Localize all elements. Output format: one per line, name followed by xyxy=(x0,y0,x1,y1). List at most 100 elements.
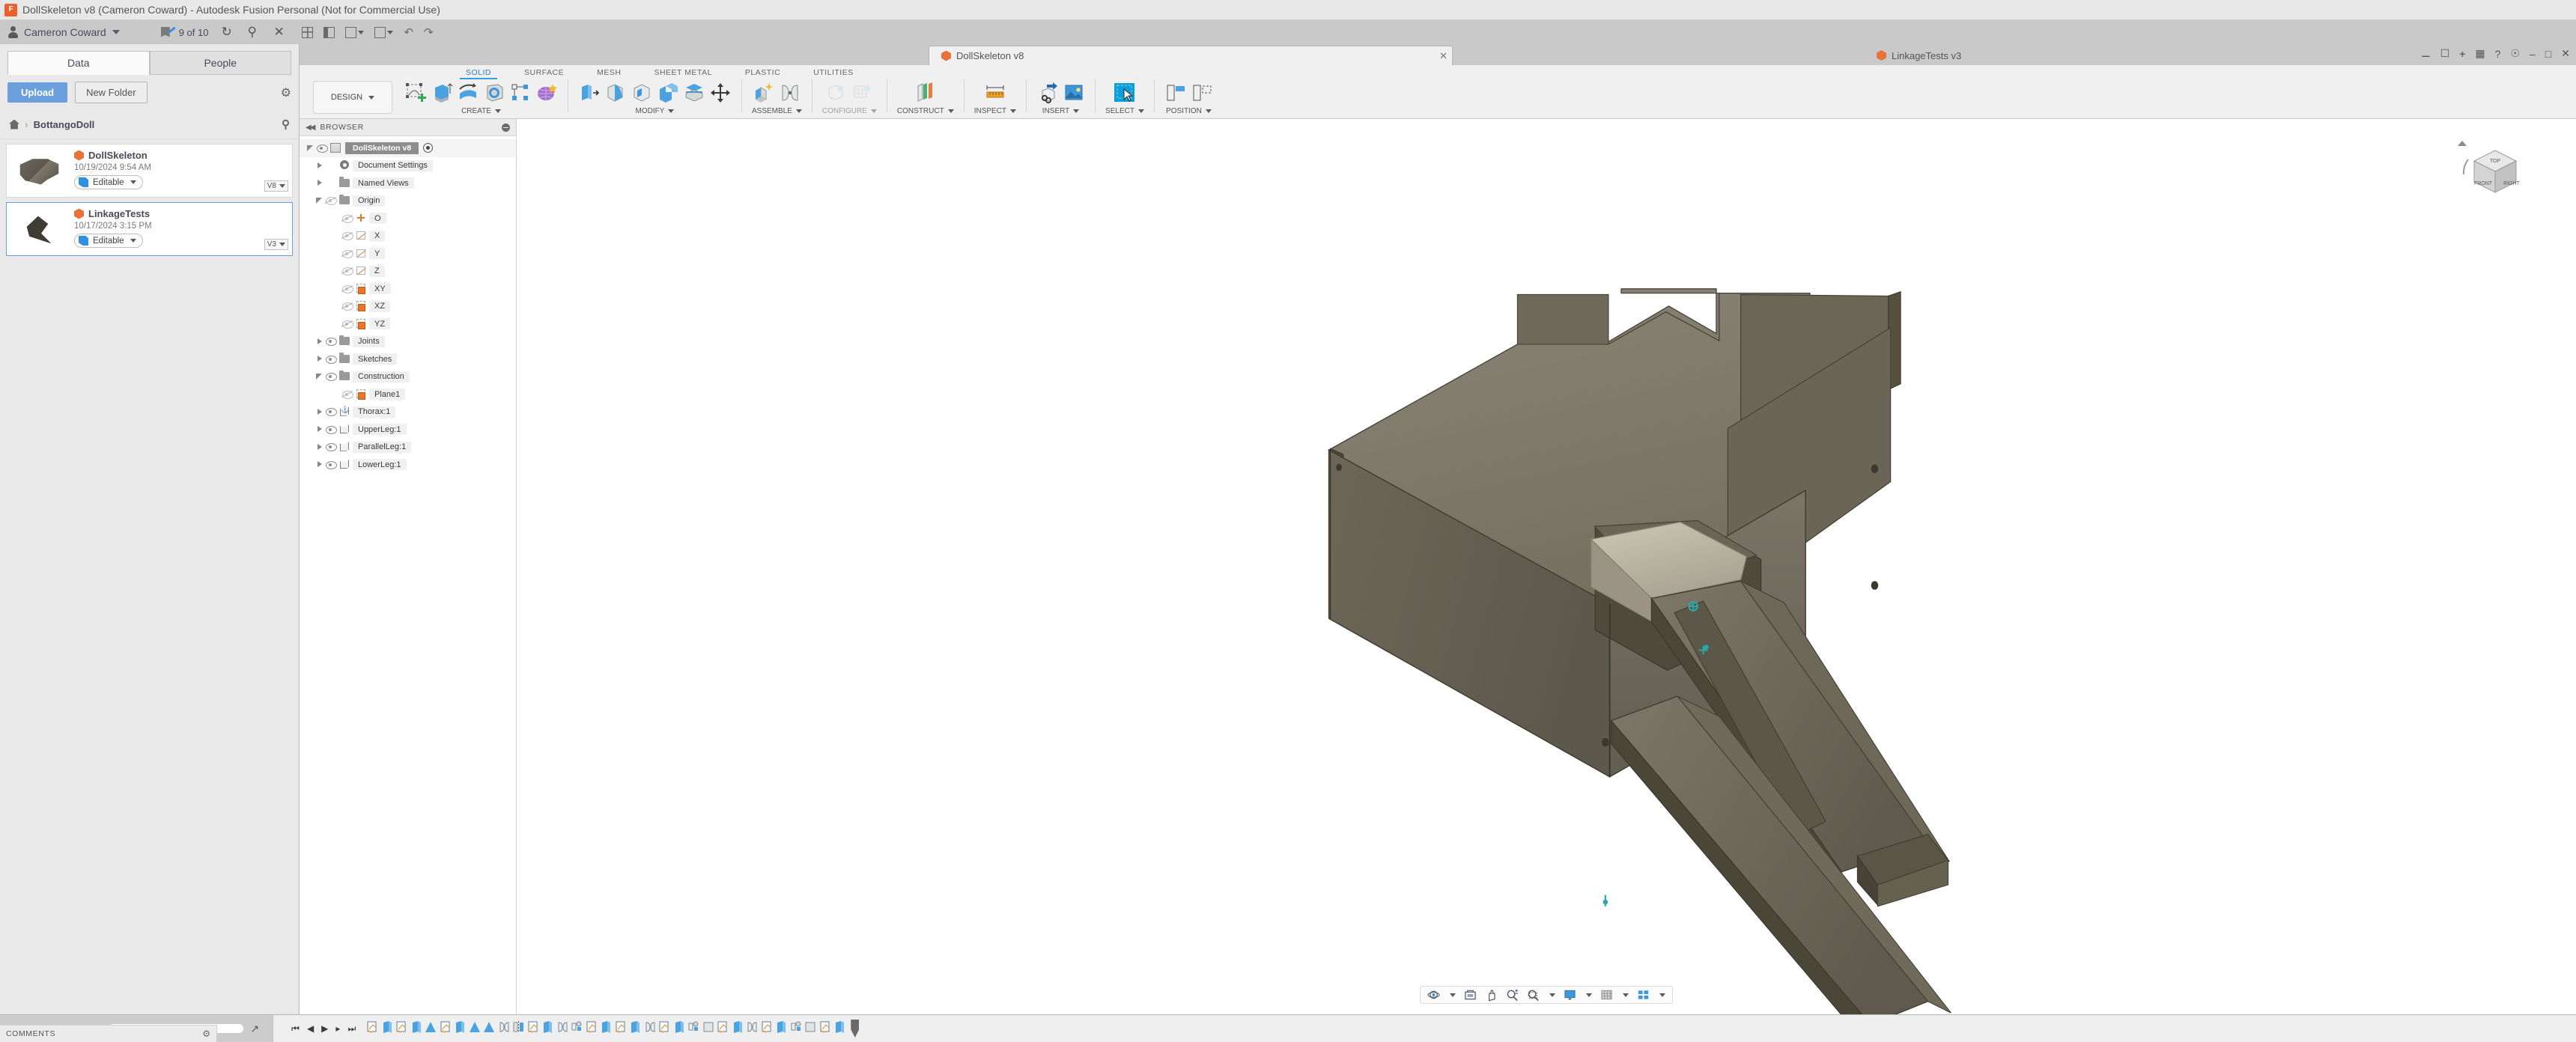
redo-icon[interactable]: ↷ xyxy=(424,25,434,39)
visibility-icon[interactable] xyxy=(341,249,353,258)
view-cube[interactable]: TOP FRONT RIGHT xyxy=(2456,135,2535,214)
display-settings-icon[interactable] xyxy=(1564,989,1576,1001)
visibility-icon[interactable] xyxy=(341,266,353,276)
add-tab-button[interactable]: + xyxy=(2459,48,2465,60)
tab-data[interactable]: Data xyxy=(7,51,150,75)
model-canvas[interactable]: TOP FRONT RIGHT xyxy=(517,119,2576,1014)
new-component-icon[interactable] xyxy=(753,82,775,104)
chevron-down-icon[interactable] xyxy=(1659,993,1665,997)
zoom-window-icon[interactable] xyxy=(1527,989,1540,1001)
physical-position-icon[interactable] xyxy=(1191,82,1213,104)
offset-plane-icon[interactable] xyxy=(914,82,937,104)
timeline-feature[interactable] xyxy=(717,1020,729,1035)
ribbon-group-label[interactable]: MODIFY xyxy=(636,107,675,115)
tree-item-upperleg[interactable]: UpperLeg:1 xyxy=(300,421,516,439)
save-button[interactable] xyxy=(345,26,365,38)
ribbon-group-label[interactable]: INSERT xyxy=(1042,107,1080,115)
ribbon-group-label[interactable]: ASSEMBLE xyxy=(752,107,802,115)
search-icon[interactable]: ⚲ xyxy=(247,25,261,39)
visibility-icon[interactable] xyxy=(324,424,337,434)
tree-item-thorax[interactable]: ⚓ Thorax:1 xyxy=(300,403,516,421)
chevron-down-icon[interactable] xyxy=(1623,993,1629,997)
window-close-icon[interactable]: ✕ xyxy=(2561,47,2570,60)
visibility-icon[interactable] xyxy=(324,354,337,364)
viewport-layout-icon[interactable] xyxy=(1637,989,1650,1001)
align-icon[interactable] xyxy=(1164,82,1187,104)
timeline-feature[interactable] xyxy=(732,1020,744,1035)
visibility-icon[interactable] xyxy=(341,389,353,399)
visibility-icon[interactable] xyxy=(324,372,337,382)
timeline-feature[interactable] xyxy=(556,1020,569,1035)
tree-item-origin-o[interactable]: O xyxy=(300,210,516,228)
ribbon-group-label[interactable]: POSITION xyxy=(1166,107,1212,115)
visibility-icon[interactable] xyxy=(341,319,353,329)
new-folder-button[interactable]: New Folder xyxy=(75,82,148,103)
timeline-feature[interactable] xyxy=(761,1020,774,1035)
search-icon[interactable]: ⚲ xyxy=(282,118,290,131)
minimize-icon[interactable] xyxy=(502,123,510,132)
combine-icon[interactable] xyxy=(657,82,679,104)
breadcrumb-folder[interactable]: BottangoDoll xyxy=(34,119,95,130)
tree-item-axis-z[interactable]: Z xyxy=(300,263,516,281)
grid-icon[interactable] xyxy=(302,26,314,38)
tree-item-plane-yz[interactable]: YZ xyxy=(300,315,516,333)
timeline-feature[interactable] xyxy=(658,1020,671,1035)
restore-button[interactable]: ☐ xyxy=(2440,47,2450,60)
timeline-feature[interactable] xyxy=(586,1020,598,1035)
document-tab-dollskeleton[interactable]: DollSkeleton v8 ✕ xyxy=(929,46,1453,65)
file-card-dollskeleton[interactable]: DollSkeleton 10/19/2024 9:54 AM Editable… xyxy=(6,144,293,198)
tree-item-plane-xz[interactable]: XZ xyxy=(300,298,516,316)
ribbon-group-label[interactable]: INSPECT xyxy=(974,107,1017,115)
timeline-feature[interactable] xyxy=(395,1020,408,1035)
tree-item-joints[interactable]: Joints xyxy=(300,333,516,351)
ribbon-tab-plastic[interactable]: PLASTIC xyxy=(729,65,797,79)
timeline-feature[interactable] xyxy=(687,1020,700,1035)
tree-item-plane1[interactable]: Plane1 xyxy=(300,386,516,403)
notifications-icon[interactable]: ☉ xyxy=(2510,47,2520,60)
visibility-icon[interactable] xyxy=(324,407,337,417)
extrude-icon[interactable] xyxy=(431,82,453,104)
timeline-feature[interactable] xyxy=(498,1020,511,1035)
expand-toggle[interactable] xyxy=(315,196,324,206)
timeline-feature[interactable] xyxy=(410,1020,423,1035)
expand-toggle[interactable] xyxy=(315,424,324,434)
workspace-selector[interactable]: DESIGN xyxy=(313,81,392,114)
timeline-feature[interactable] xyxy=(804,1020,817,1035)
ribbon-tab-solid[interactable]: SOLID xyxy=(449,65,508,79)
timeline-end-marker-icon[interactable] xyxy=(851,1020,860,1038)
grid-icon[interactable]: ▦ xyxy=(2475,47,2485,60)
select-window-icon[interactable] xyxy=(1114,82,1136,104)
version-badge[interactable]: V3 xyxy=(264,239,288,250)
refresh-icon[interactable]: ↻ xyxy=(221,25,234,39)
upload-button[interactable]: Upload xyxy=(7,82,68,103)
timeline-feature[interactable] xyxy=(483,1020,496,1035)
tree-item-origin[interactable]: Origin xyxy=(300,192,516,210)
ribbon-tab-surface[interactable]: SURFACE xyxy=(508,65,580,79)
step-back-button[interactable]: ◀ xyxy=(307,1023,314,1034)
orbit-icon[interactable] xyxy=(1427,989,1440,1001)
joint-icon[interactable] xyxy=(779,82,801,104)
fillet-icon[interactable] xyxy=(604,82,627,104)
timeline-feature[interactable] xyxy=(600,1020,613,1035)
tree-item-parallelleg[interactable]: ParallelLeg:1 xyxy=(300,439,516,457)
create-sketch-icon[interactable] xyxy=(404,82,427,104)
expand-toggle[interactable] xyxy=(315,178,324,188)
tree-item-sketches[interactable]: Sketches xyxy=(300,350,516,368)
minimize-button[interactable]: ⚊ xyxy=(2421,47,2431,60)
canvas-image-icon[interactable] xyxy=(1063,82,1085,104)
configuration-icon[interactable] xyxy=(825,82,848,104)
visibility-icon[interactable] xyxy=(324,460,337,469)
tree-item-construction[interactable]: Construction xyxy=(300,368,516,386)
timeline-feature[interactable] xyxy=(440,1020,452,1035)
document-tab-linkagetests[interactable]: LinkageTests v3 xyxy=(1865,46,2164,65)
timeline-feature[interactable] xyxy=(454,1020,467,1035)
ribbon-tab-utilities[interactable]: UTILITIES xyxy=(797,65,870,79)
timeline-feature[interactable] xyxy=(629,1020,642,1035)
permission-dropdown[interactable]: Editable xyxy=(74,234,143,248)
expand-toggle[interactable] xyxy=(315,407,324,417)
visibility-icon[interactable] xyxy=(324,442,337,452)
file-card-linkagetests[interactable]: LinkageTests 10/17/2024 3:15 PM Editable… xyxy=(6,202,293,256)
offset-face-icon[interactable] xyxy=(683,82,705,104)
undo-icon[interactable]: ↶ xyxy=(404,25,413,39)
form-icon[interactable] xyxy=(535,82,558,104)
